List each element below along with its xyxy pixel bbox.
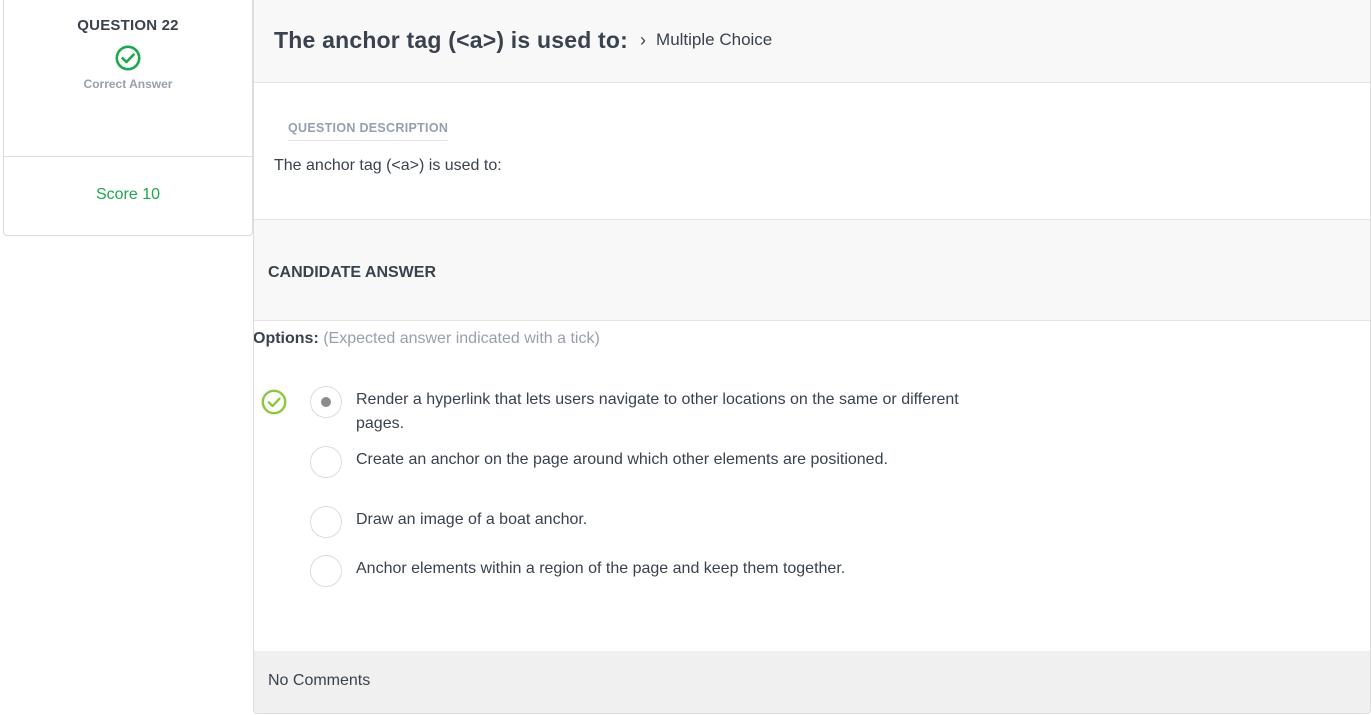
description-text: The anchor tag (<a>) is used to: (274, 157, 502, 174)
answer-options: Render a hyperlink that lets users navig… (254, 384, 1370, 613)
question-type: Multiple Choice (656, 30, 773, 49)
option-radio[interactable] (310, 555, 342, 587)
option-text: Anchor elements within a region of the p… (356, 560, 846, 577)
comments-section: No Comments (254, 651, 1370, 713)
options-label: Options: (253, 330, 319, 347)
tick-circle-icon (261, 389, 287, 415)
option-text: Draw an image of a boat anchor. (356, 511, 588, 528)
question-summary-card: QUESTION 22 Correct Answer Score 10 (3, 0, 253, 236)
options-caption: Options: (Expected answer indicated with… (253, 330, 600, 348)
chevron-right-icon: › (640, 29, 647, 50)
question-title: The anchor tag (<a>) is used to: (274, 26, 629, 53)
option-text: Render a hyperlink that lets users navig… (356, 391, 959, 432)
description-label: QUESTION DESCRIPTION (288, 121, 449, 141)
question-header: The anchor tag (<a>) is used to: › Multi… (254, 0, 1370, 83)
score-label: Score 10 (95, 186, 161, 203)
question-description: QUESTION DESCRIPTION The anchor tag (<a>… (254, 83, 1370, 220)
option-radio[interactable] (310, 506, 342, 538)
option-radio[interactable] (310, 446, 342, 478)
question-detail-panel: The anchor tag (<a>) is used to: › Multi… (253, 0, 1371, 714)
check-circle-icon (115, 45, 141, 71)
answer-option[interactable]: Anchor elements within a region of the p… (254, 553, 1370, 613)
options-hint: (Expected answer indicated with a tick) (323, 330, 600, 347)
correct-answer-label: Correct Answer (83, 77, 173, 91)
option-text: Create an anchor on the page around whic… (356, 451, 888, 468)
option-radio-selected[interactable] (310, 386, 342, 418)
question-status: QUESTION 22 Correct Answer (4, 0, 252, 157)
question-number: QUESTION 22 (77, 17, 179, 34)
answer-option[interactable]: Render a hyperlink that lets users navig… (254, 384, 1370, 444)
answer-option[interactable]: Create an anchor on the page around whic… (254, 444, 1370, 504)
candidate-answer-title: CANDIDATE ANSWER (254, 220, 1370, 321)
page: QUESTION 22 Correct Answer Score 10 The … (0, 0, 1371, 715)
answer-option[interactable]: Draw an image of a boat anchor. (254, 504, 1370, 553)
